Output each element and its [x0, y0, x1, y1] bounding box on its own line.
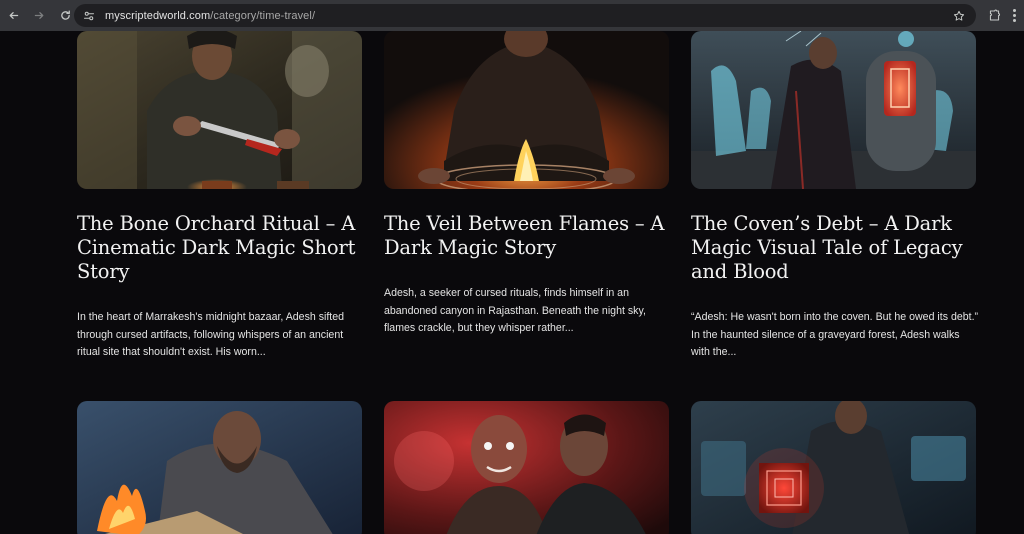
post-excerpt: Adesh, a seeker of cursed rituals, finds…	[384, 287, 646, 334]
url-text[interactable]: myscriptedworld.com/category/time-travel…	[105, 10, 315, 22]
post-thumbnail[interactable]	[384, 31, 669, 189]
post-thumbnail[interactable]	[384, 401, 669, 534]
bookmark-star-icon[interactable]	[950, 7, 968, 25]
reload-icon[interactable]	[54, 5, 76, 27]
address-bar[interactable]: myscriptedworld.com/category/time-travel…	[74, 4, 976, 27]
post-title[interactable]: The Veil Between Flames – A Dark Magic S…	[384, 212, 674, 260]
post-excerpt: “Adesh: He wasn't born into the coven. B…	[691, 311, 979, 358]
url-path: /category/time-travel/	[210, 9, 316, 22]
browser-toolbar: myscriptedworld.com/category/time-travel…	[0, 0, 1024, 31]
post-thumbnail[interactable]	[77, 31, 362, 189]
extensions-icon[interactable]	[984, 5, 1004, 25]
post-thumbnail[interactable]	[691, 31, 976, 189]
post-thumbnail[interactable]	[691, 401, 976, 534]
menu-icon[interactable]	[1007, 5, 1021, 25]
post-excerpt: In the heart of Marrakesh's midnight baz…	[77, 311, 345, 358]
back-arrow-icon[interactable]	[2, 5, 24, 27]
post-title[interactable]: The Bone Orchard Ritual – A Cinematic Da…	[77, 212, 367, 284]
post-title[interactable]: The Coven’s Debt – A Dark Magic Visual T…	[691, 212, 981, 284]
site-info-icon[interactable]	[79, 6, 99, 26]
forward-arrow-icon[interactable]	[28, 5, 50, 27]
url-domain: myscriptedworld.com	[105, 9, 211, 22]
post-thumbnail[interactable]	[77, 401, 362, 534]
